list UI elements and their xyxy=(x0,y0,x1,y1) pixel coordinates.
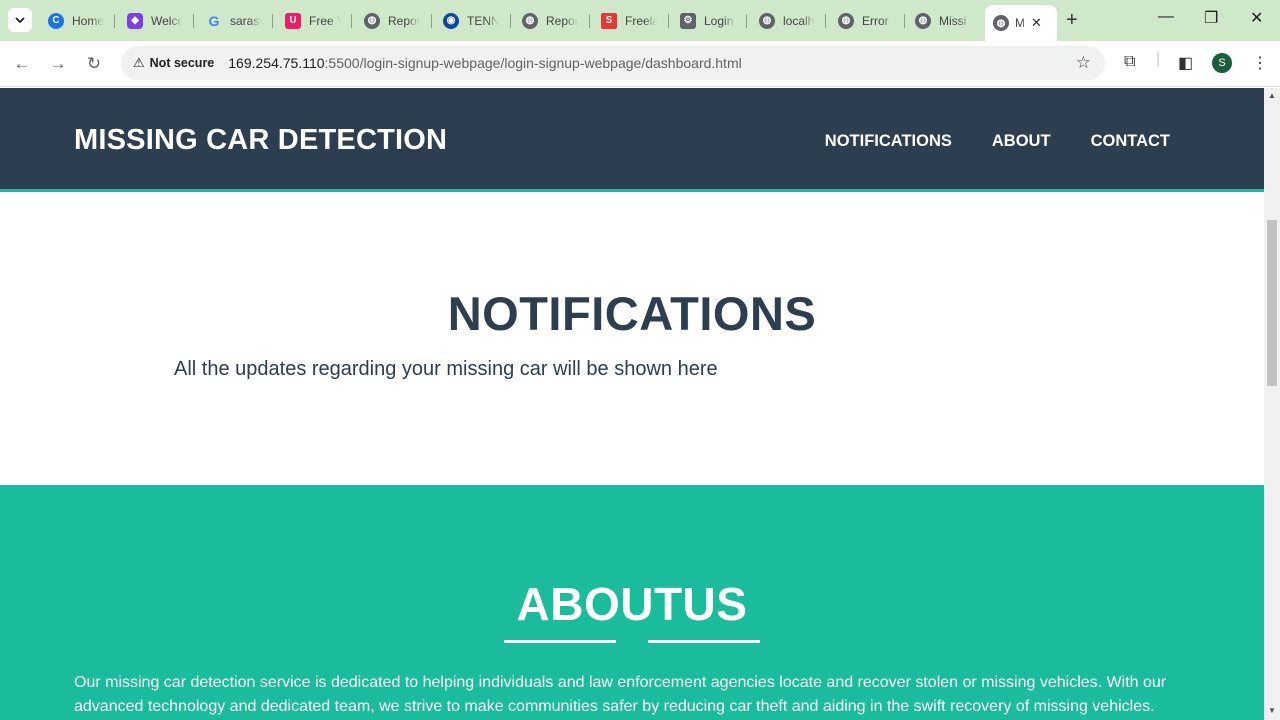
minimize-icon[interactable]: — xyxy=(1158,8,1174,26)
nav-link-notifications[interactable]: NOTIFICATIONS xyxy=(825,132,952,151)
bookmark-star-icon[interactable]: ☆ xyxy=(1076,53,1091,73)
menu-dots-icon[interactable]: ⋮ xyxy=(1252,53,1268,73)
heading-underline xyxy=(648,640,760,643)
browser-toolbar: ← → ↻ ⚠ Not secure 169.254.75.110:5500/l… xyxy=(0,41,1280,87)
shield-icon: ◆ xyxy=(127,12,143,29)
site-brand[interactable]: MISSING CAR DETECTION xyxy=(74,124,447,157)
u-logo-icon: U xyxy=(285,12,301,29)
globe-icon: ◍ xyxy=(915,12,931,29)
site-header: MISSING CAR DETECTION NOTIFICATIONS ABOU… xyxy=(0,88,1264,192)
browser-tab[interactable]: ◍ Error xyxy=(838,7,910,34)
browser-tab[interactable]: S Freela xyxy=(601,7,673,34)
close-tab-icon[interactable]: ✕ xyxy=(1031,15,1042,31)
nav-link-contact[interactable]: CONTACT xyxy=(1091,132,1170,151)
globe-icon: ◍ xyxy=(522,12,538,29)
tab-strip: C Home ◆ Welco G sarasv U Free Y ◍ Repor… xyxy=(0,0,1280,41)
site-nav: NOTIFICATIONS ABOUT CONTACT xyxy=(825,132,1170,151)
browser-tab[interactable]: ◍ Missi xyxy=(915,7,987,34)
close-window-icon[interactable]: ✕ xyxy=(1250,8,1263,28)
forward-icon[interactable]: → xyxy=(45,51,71,77)
browser-tab[interactable]: ◉ TENN xyxy=(443,7,515,34)
notifications-text: All the updates regarding your missing c… xyxy=(174,358,718,380)
gear-icon: ⚙ xyxy=(680,12,696,29)
browser-tab[interactable]: ◍ localh xyxy=(759,7,831,34)
browser-tab[interactable]: ◍ Repor xyxy=(364,7,436,34)
notifications-heading: NOTIFICATIONS xyxy=(447,287,817,340)
notifications-section: NOTIFICATIONS All the updates regarding … xyxy=(0,192,1264,485)
reload-icon[interactable]: ↻ xyxy=(81,51,107,77)
globe-icon: ◍ xyxy=(364,12,380,29)
about-heading: ABOUTUS xyxy=(516,578,748,630)
globe-icon: ◍ xyxy=(759,12,775,29)
restore-icon[interactable]: ❐ xyxy=(1204,8,1218,28)
page-viewport: MISSING CAR DETECTION NOTIFICATIONS ABOU… xyxy=(0,88,1264,720)
heading-underline xyxy=(504,640,616,643)
browser-tab[interactable]: ◍ Repor xyxy=(522,7,594,34)
address-bar[interactable]: ⚠ Not secure 169.254.75.110:5500/login-s… xyxy=(121,46,1105,80)
c-logo-icon: C xyxy=(48,12,64,29)
browser-tab[interactable]: U Free Y xyxy=(285,7,357,34)
about-text: Our missing car detection service is ded… xyxy=(74,674,1167,715)
browser-tab-active[interactable]: ◍ M ✕ xyxy=(985,5,1057,41)
tab-search-button[interactable] xyxy=(8,8,32,32)
google-icon: G xyxy=(208,12,220,29)
scroll-down-icon[interactable]: ▼ xyxy=(1268,706,1276,715)
browser-tab[interactable]: ◆ Welco xyxy=(127,7,199,34)
warning-icon: ⚠ xyxy=(133,55,145,70)
scroll-up-icon[interactable]: ▲ xyxy=(1268,91,1276,100)
s-logo-icon: S xyxy=(601,12,617,29)
browser-tab[interactable]: ⚙ Login xyxy=(680,7,752,34)
back-icon[interactable]: ← xyxy=(9,51,35,77)
page-scrollbar[interactable]: ▲ ▼ xyxy=(1264,88,1280,720)
globe-icon: ◍ xyxy=(838,12,854,29)
scroll-thumb[interactable] xyxy=(1267,220,1277,386)
extensions-icon[interactable]: ⧉ xyxy=(1124,53,1135,71)
browser-tab[interactable]: C Home xyxy=(48,7,120,34)
ring-icon: ◉ xyxy=(443,12,459,29)
chevron-down-icon xyxy=(15,17,25,24)
profile-avatar[interactable]: S xyxy=(1212,53,1232,73)
browser-tab[interactable]: G sarasv xyxy=(206,7,278,34)
nav-link-about[interactable]: ABOUT xyxy=(992,132,1051,151)
security-chip[interactable]: ⚠ Not secure xyxy=(125,50,222,76)
url-text[interactable]: 169.254.75.110:5500/login-signup-webpage… xyxy=(228,55,741,71)
new-tab-icon[interactable]: + xyxy=(1066,9,1078,32)
about-section: ABOUTUS Our missing car detection servic… xyxy=(0,485,1264,720)
side-panel-icon[interactable]: ◧ xyxy=(1178,53,1193,73)
globe-icon: ◍ xyxy=(993,15,1009,31)
